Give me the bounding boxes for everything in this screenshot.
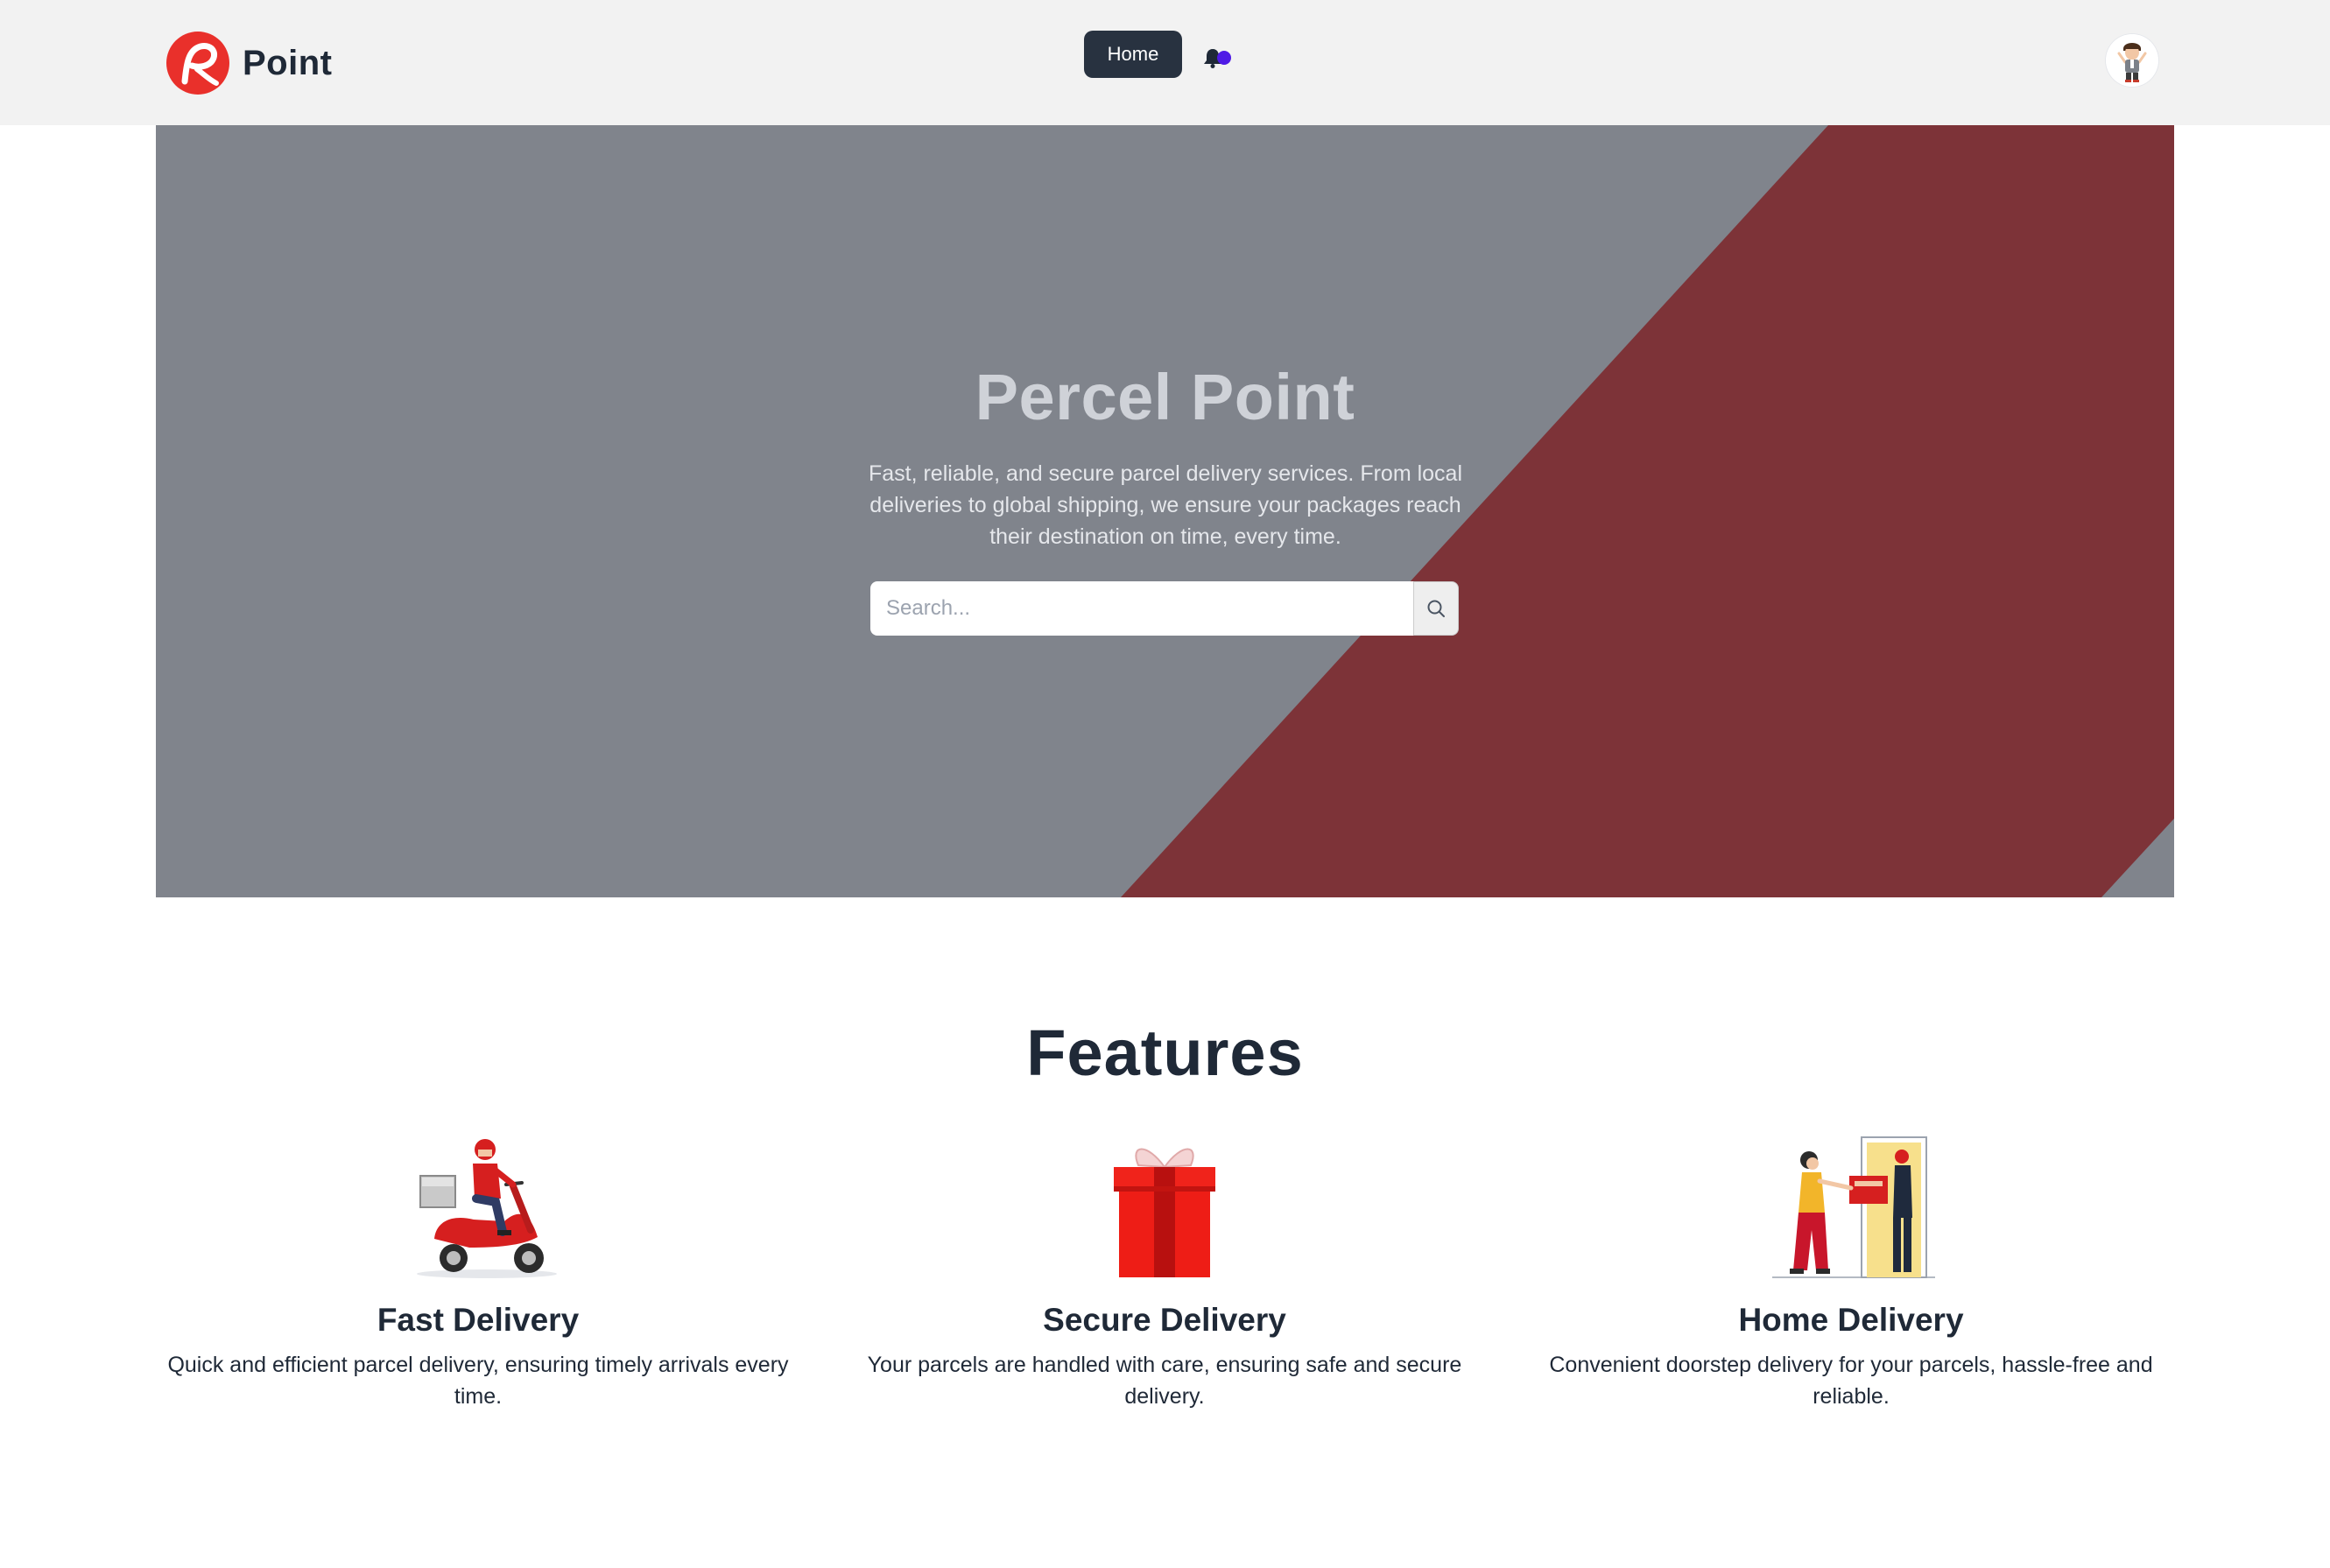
search-icon	[1427, 600, 1445, 617]
hero-description: Fast, reliable, and secure parcel delive…	[868, 461, 1463, 549]
home-button[interactable]: Home	[1084, 31, 1182, 78]
search-button[interactable]	[1413, 581, 1459, 636]
user-avatar[interactable]	[2106, 34, 2158, 87]
feature-title: Secure Delivery	[1043, 1302, 1286, 1338]
gift-box-icon	[1114, 1148, 1215, 1277]
feature-card-home-delivery: Home Delivery Convenient doorstep delive…	[1518, 1134, 2184, 1412]
features-title: Features	[1026, 1016, 1304, 1089]
feature-description: Your parcels are handled with care, ensu…	[867, 1353, 1462, 1409]
search-input[interactable]	[870, 581, 1413, 636]
hero-title: Percel Point	[975, 361, 1355, 433]
feature-card-secure-delivery: Secure Delivery Your parcels are handled…	[832, 1134, 1497, 1412]
doorstep-delivery-icon	[1772, 1136, 1935, 1278]
notification-dot	[1217, 51, 1231, 65]
nav-center: Home	[1084, 31, 1238, 78]
scooter-rider-icon	[417, 1139, 557, 1278]
feature-card-fast-delivery: Fast Delivery Quick and efficient parcel…	[145, 1134, 811, 1412]
notification-button[interactable]	[1203, 37, 1238, 72]
hero-banner: Percel Point Fast, reliable, and secure …	[156, 125, 2174, 897]
feature-title: Home Delivery	[1738, 1302, 1964, 1338]
feature-title: Fast Delivery	[377, 1302, 580, 1338]
feature-description: Quick and efficient parcel delivery, ens…	[167, 1353, 789, 1409]
feature-description: Convenient doorstep delivery for your pa…	[1549, 1353, 2153, 1409]
brand-logo-icon	[166, 32, 229, 95]
brand-name: Point	[243, 43, 333, 82]
brand[interactable]: Point	[165, 30, 332, 96]
search-bar	[870, 581, 1459, 636]
avatar-icon	[2106, 34, 2158, 87]
navbar: Point Home	[0, 0, 2330, 125]
